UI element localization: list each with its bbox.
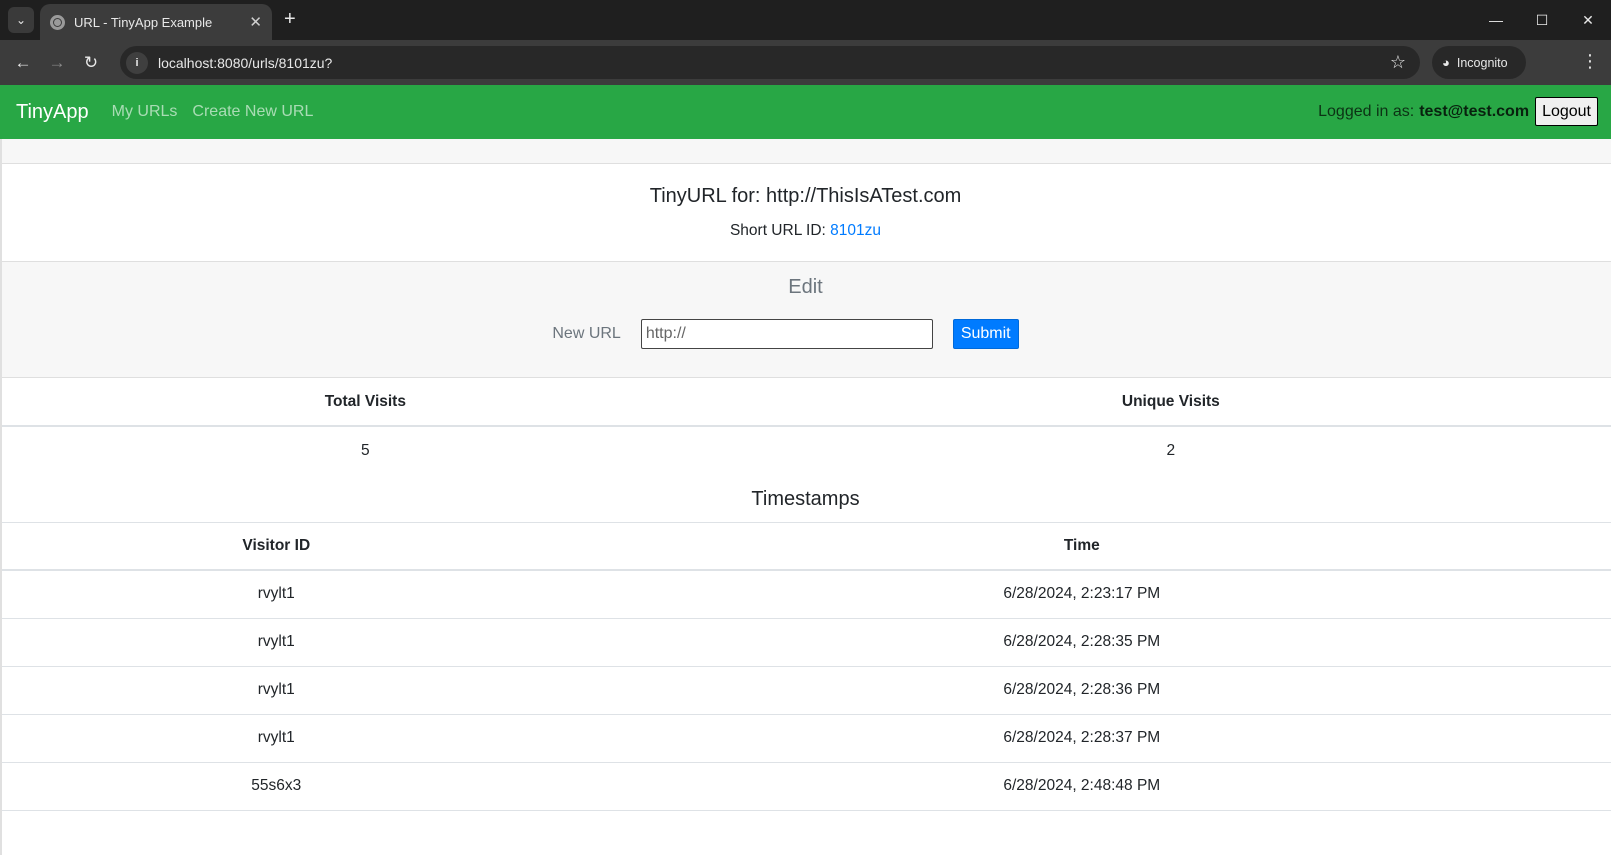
visitor-id-cell: rvylt1 [0,570,553,619]
short-url-link[interactable]: 8101zu [830,222,881,239]
browser-tab[interactable]: URL - TinyApp Example ✕ [40,4,272,40]
new-tab-button[interactable]: + [284,9,296,29]
table-row: rvylt1 6/28/2024, 2:28:35 PM [0,618,1611,667]
address-bar[interactable]: i localhost:8080/urls/8101zu? ☆ [120,46,1420,79]
back-button[interactable]: ← [6,46,40,80]
total-visits-header: Total Visits [0,378,731,427]
incognito-indicator[interactable]: ◕ Incognito [1432,46,1526,79]
site-info-icon[interactable]: i [126,51,148,74]
minimize-button[interactable]: — [1473,0,1519,40]
visitor-id-cell: rvylt1 [0,618,553,667]
incognito-label: Incognito [1456,55,1508,70]
table-row: rvylt1 6/28/2024, 2:28:37 PM [0,714,1611,763]
nav-create-new-url[interactable]: Create New URL [192,103,313,121]
timestamps-title: Timestamps [0,475,1611,523]
time-cell: 6/28/2024, 2:28:35 PM [552,618,1611,667]
globe-icon [50,14,65,30]
new-url-label: New URL [552,325,621,342]
browser-tab-bar: ⌄ URL - TinyApp Example ✕ + — ☐ ✕ [0,0,1611,40]
short-url-label: Short URL ID: [729,222,826,239]
chevron-down-icon: ⌄ [15,13,27,27]
page-title: TinyURL for: http://ThisIsATest.com [649,185,962,207]
edit-title: Edit [788,276,823,298]
edit-form: New URL Submit [0,319,1611,349]
short-url-id: Short URL ID: 8101zu [0,222,1611,240]
user-email: test@test.com [1419,102,1530,120]
app-navbar: TinyApp My URLs Create New URL Logged in… [0,85,1611,139]
time-cell: 6/28/2024, 2:28:37 PM [552,714,1611,763]
visitor-id-cell: rvylt1 [0,714,553,763]
time-cell: 6/28/2024, 2:23:17 PM [552,570,1611,619]
visitor-id-cell: rvylt1 [0,666,553,715]
logged-in-label: Logged in as: [1318,102,1415,120]
browser-menu-icon[interactable]: ⋮ [1581,52,1599,70]
visitor-id-header: Visitor ID [0,523,553,571]
incognito-icon: ◕ [1442,55,1450,70]
table-row: rvylt1 6/28/2024, 2:23:17 PM [0,570,1611,619]
browser-toolbar: ← → ↻ i localhost:8080/urls/8101zu? ☆ ◕ … [0,40,1611,85]
table-row: rvylt1 6/28/2024, 2:28:36 PM [0,666,1611,715]
page-border [0,139,2,855]
window-controls: — ☐ ✕ [1473,0,1611,40]
nav-my-urls[interactable]: My URLs [112,103,178,121]
edit-section: Edit New URL Submit [0,262,1611,378]
address-bar-url[interactable]: localhost:8080/urls/8101zu? [158,55,1390,71]
card-top-strip [0,139,1611,164]
tab-title: URL - TinyApp Example [74,14,213,30]
user-info: Logged in as: test@test.com Logout [1318,97,1598,126]
new-url-input[interactable] [640,319,933,349]
table-row: 55s6x3 6/28/2024, 2:48:48 PM [0,762,1611,811]
logout-button[interactable]: Logout [1535,97,1598,126]
close-window-button[interactable]: ✕ [1565,0,1611,40]
time-cell: 6/28/2024, 2:48:48 PM [552,762,1611,811]
url-card: TinyURL for: http://ThisIsATest.com Shor… [0,164,1611,262]
close-icon[interactable]: ✕ [249,13,262,31]
brand-link[interactable]: TinyApp [16,101,89,124]
unique-visits-header: Unique Visits [730,378,1611,427]
bookmark-star-icon[interactable]: ☆ [1390,52,1406,73]
timestamps-table: Visitor ID Time rvylt1 6/28/2024, 2:23:1… [0,523,1611,811]
time-cell: 6/28/2024, 2:28:36 PM [552,666,1611,715]
submit-button[interactable]: Submit [952,319,1019,349]
visits-table: Total Visits Unique Visits 5 2 [0,378,1611,475]
total-visits-value: 5 [361,442,370,459]
visitor-id-cell: 55s6x3 [0,762,553,811]
reload-button[interactable]: ↻ [74,46,108,80]
forward-button[interactable]: → [40,46,74,80]
time-header: Time [552,523,1611,571]
unique-visits-value: 2 [1166,442,1176,459]
tab-search-button[interactable]: ⌄ [8,7,34,33]
maximize-button[interactable]: ☐ [1519,0,1565,40]
